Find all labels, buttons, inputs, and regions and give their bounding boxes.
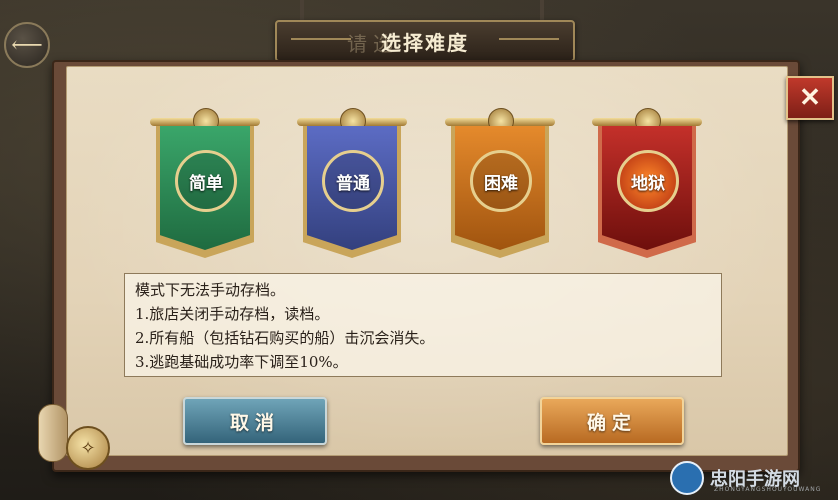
confirm-button[interactable]: 确定: [540, 397, 684, 445]
difficulty-description: 模式下无法手动存档。 1.旅店关闭手动存档，读档。 2.所有船（包括钻石购买的船…: [124, 273, 722, 377]
description-line: 2.所有船（包括钻石购买的船）击沉会消失。: [135, 329, 435, 347]
title-plate: 请选 选择难度: [275, 20, 575, 62]
close-button[interactable]: ✕: [786, 76, 834, 120]
difficulty-hard-banner[interactable]: 困难: [445, 108, 555, 270]
watermark-subtext: ZHONGYANGSHOUYOUWANG: [714, 486, 822, 493]
difficulty-label: 普通: [336, 173, 370, 194]
close-icon: ✕: [799, 83, 821, 113]
difficulty-label: 地狱: [631, 173, 665, 194]
difficulty-hell-banner[interactable]: 地狱: [592, 108, 702, 270]
difficulty-label: 简单: [189, 173, 223, 194]
banner-emblem: 普通: [322, 150, 384, 212]
description-line: 模式下无法手动存档。: [135, 281, 286, 299]
watermark: 忠阳手游网 ZHONGYANGSHOUYOUWANG: [670, 456, 838, 500]
compass-icon: ✧: [66, 426, 110, 470]
difficulty-label: 困难: [484, 173, 518, 194]
difficulty-normal-banner[interactable]: 普通: [297, 108, 407, 270]
watermark-logo: [670, 461, 704, 495]
banner-emblem-flame: 地狱: [617, 150, 679, 212]
compass-decoration: ✧: [30, 400, 110, 480]
description-line: 1.旅店关闭手动存档，读档。: [135, 305, 330, 323]
scroll-icon: [38, 404, 68, 462]
cancel-button[interactable]: 取消: [183, 397, 327, 445]
description-line: 3.逃跑基础成功率下调至10%。: [135, 353, 348, 371]
page-title: 选择难度: [381, 30, 469, 55]
title-ornament-right: [499, 38, 559, 40]
banner-emblem: 简单: [175, 150, 237, 212]
banner-emblem: 困难: [470, 150, 532, 212]
arrow-left-icon: ⟵: [11, 32, 43, 58]
title-ornament-left: [291, 38, 351, 40]
back-button[interactable]: ⟵: [4, 22, 50, 68]
difficulty-easy-banner[interactable]: 简单: [150, 108, 260, 270]
